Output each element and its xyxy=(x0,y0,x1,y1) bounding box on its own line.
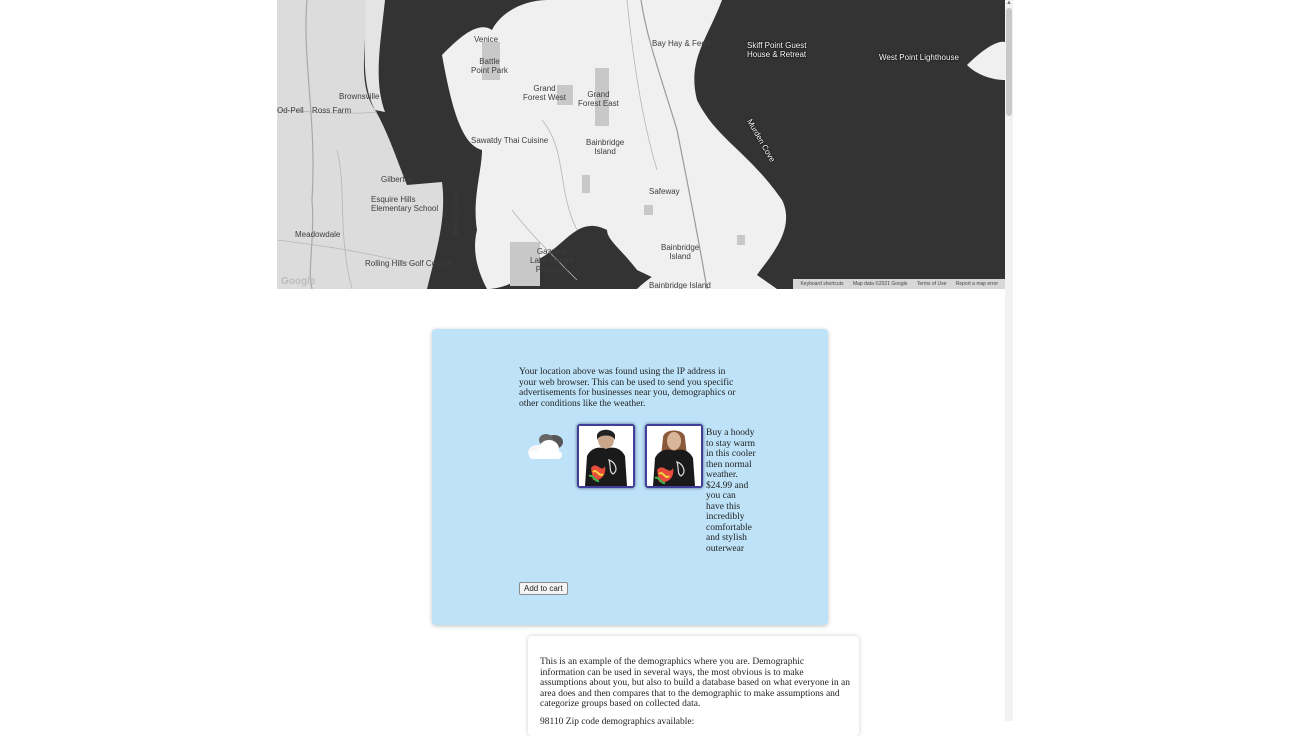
map-label-gilberton: Gilberton xyxy=(381,175,414,184)
map-label-safeway: Safeway xyxy=(649,187,680,196)
hoodie-product-image-1[interactable] xyxy=(577,424,635,488)
map-label-venice: Venice xyxy=(474,35,499,44)
hoodie-product-image-2[interactable] xyxy=(645,424,703,488)
google-logo[interactable]: Google xyxy=(281,276,315,287)
map-label-bainbridge-island-city: Bainbridge Island xyxy=(586,138,625,156)
map-label-sawatdy: Sawatdy Thai Cuisine xyxy=(471,136,549,145)
demographics-zip-heading: 98110 Zip code demographics available: xyxy=(540,717,695,727)
map-label-bay-hay-feed: Bay Hay & Feed xyxy=(652,39,711,48)
hoodie-photo-1 xyxy=(579,426,633,486)
map-label-grand-forest-west: Grand Forest West xyxy=(523,84,566,102)
map-label-skiff-point: Skiff Point Guest House & Retreat xyxy=(747,41,807,59)
hoodie-photo-2 xyxy=(647,426,701,486)
map-label-brownsville: Brownsville xyxy=(339,92,380,101)
scroll-up-arrow-icon[interactable]: ▲ xyxy=(1006,0,1012,6)
map-label-bainbridge-island-south: Bainbridge Island xyxy=(661,243,700,261)
ad-card: Your location above was found using the … xyxy=(432,329,828,625)
location-text: Your location above was found using the … xyxy=(519,367,736,409)
map-data-credit: Map data ©2021 Google xyxy=(852,281,908,287)
terms-of-use-link[interactable]: Terms of Use xyxy=(917,281,946,287)
map-label-od-pell: Od-Pell xyxy=(277,106,304,115)
map-label-port-orchard: Port Orchard xyxy=(451,190,460,236)
keyboard-shortcuts-link[interactable]: Keyboard shortcuts xyxy=(800,281,843,287)
map-terrain xyxy=(277,0,1005,289)
map-label-bainbridge-island-bottom: Bainbridge Island xyxy=(649,281,711,289)
add-to-cart-button[interactable]: Add to cart xyxy=(519,582,568,595)
scrollbar-thumb[interactable] xyxy=(1006,8,1012,116)
promo-text: Buy a hoody to stay warm in this cooler … xyxy=(706,428,756,554)
map-label-gazzam-lake: Gazzam Lake Nature Preserve xyxy=(530,247,574,274)
map-label-battle-point-park: Battle Point Park xyxy=(471,57,508,75)
map-label-grand-forest-east: Grand Forest East xyxy=(578,90,619,108)
map[interactable]: Venice Battle Point Park Bay Hay & Feed … xyxy=(277,0,1005,289)
map-label-rolling-hills: Rolling Hills Golf Course xyxy=(365,259,452,268)
cloud-icon xyxy=(528,434,563,459)
report-map-error-link[interactable]: Report a map error xyxy=(956,281,998,287)
map-label-esquire-hills: Esquire Hills Elementary School xyxy=(371,195,439,213)
demographics-card: This is an example of the demographics w… xyxy=(528,636,859,736)
map-attribution: Keyboard shortcuts Map data ©2021 Google… xyxy=(793,279,1005,289)
demographics-text: This is an example of the demographics w… xyxy=(540,657,851,709)
map-label-meadowdale: Meadowdale xyxy=(295,230,341,239)
map-label-ross-farm: Ross Farm xyxy=(312,106,352,115)
map-label-west-point-lighthouse: West Point Lighthouse xyxy=(879,53,959,62)
